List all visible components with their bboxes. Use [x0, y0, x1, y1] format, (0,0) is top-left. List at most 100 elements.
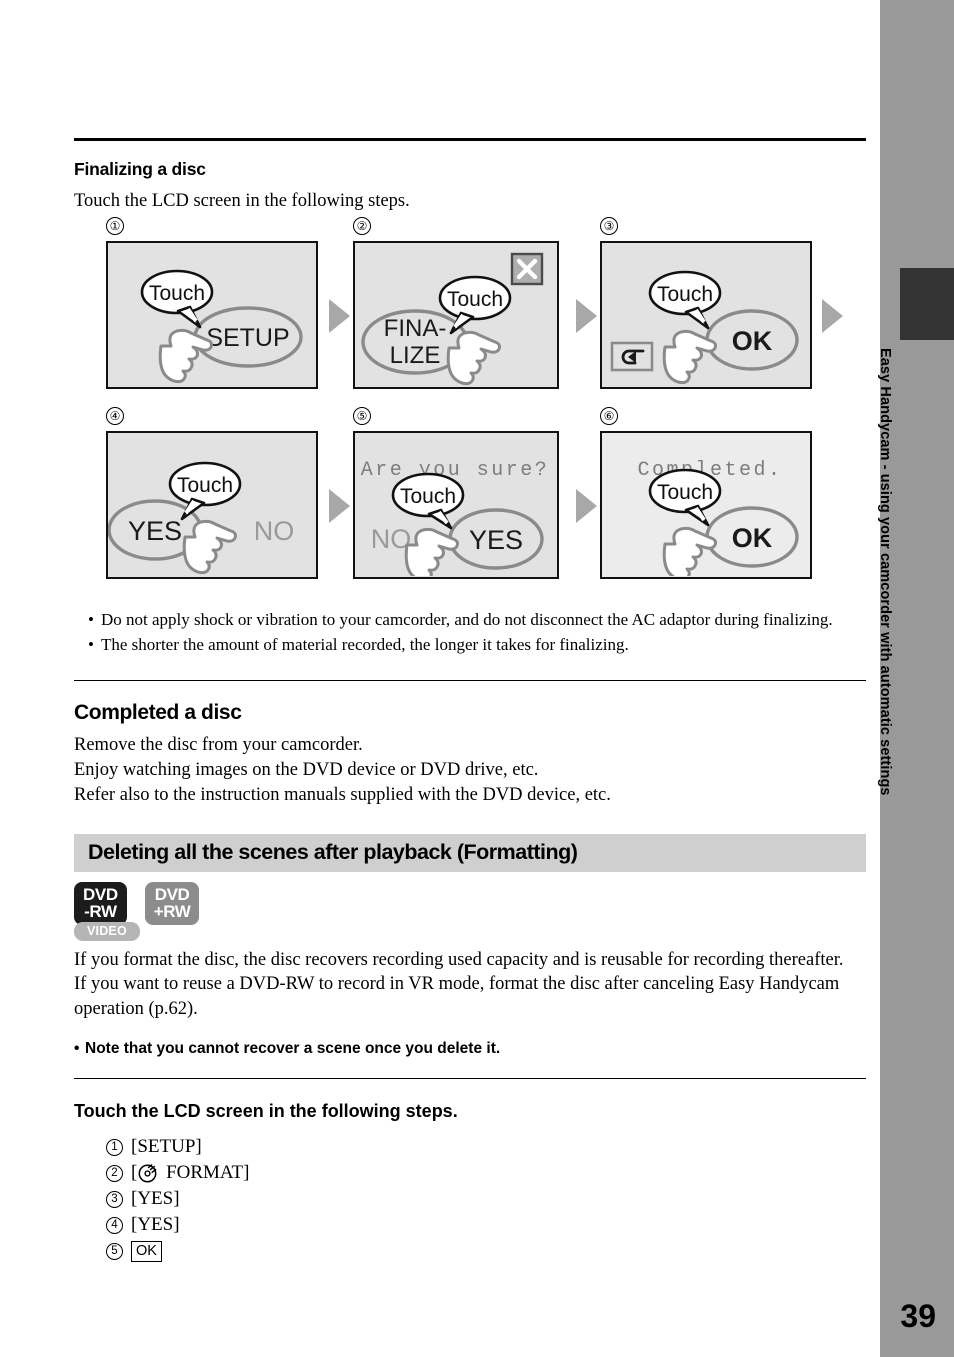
lcd-panel-2-number: ②: [353, 217, 371, 236]
lcd-row-2: ④ YES NO Touch ⑤ Are you sure? NO YES To…: [74, 407, 866, 599]
step-item: 1 [SETUP]: [106, 1134, 866, 1160]
bullet-glyph: •: [74, 1040, 80, 1058]
lcd-screen-3: OK Touch: [600, 241, 812, 390]
yes-button-label: YES: [469, 525, 523, 555]
touch-callout-5: Touch: [391, 473, 465, 530]
step-number: 1: [106, 1138, 123, 1156]
touch-label-2: Touch: [447, 288, 503, 311]
lcd-message-5: Are you sure?: [361, 459, 550, 482]
lcd-screen-2: FINA- LIZE Touch: [353, 241, 559, 390]
badge-line-1: DVD: [154, 884, 190, 904]
finalizing-intro: Touch the LCD screen in the following st…: [74, 191, 410, 211]
divider-top: [74, 138, 866, 141]
flow-arrow-3: [822, 299, 843, 334]
step-item: 5 OK: [106, 1238, 866, 1264]
finalizing-notes: • Do not apply shock or vibration to you…: [74, 609, 866, 655]
side-tab-label: Easy Handycam - using your camcorder wit…: [877, 348, 893, 796]
flow-arrow-1: [329, 299, 350, 334]
lcd-screen-1: SETUP Touch: [106, 241, 318, 390]
step-text: [YES]: [131, 1214, 180, 1236]
lcd-panel-5-number: ⑤: [353, 407, 371, 426]
flow-arrow-5: [576, 489, 597, 524]
note-text: Do not apply shock or vibration to your …: [101, 610, 833, 630]
bullet-glyph: •: [88, 634, 94, 654]
formatting-body: If you format the disc, the disc recover…: [74, 948, 866, 1023]
touch-label-4: Touch: [177, 474, 233, 497]
side-tab-marker: [900, 268, 954, 340]
formatting-paragraph: If you format the disc, the disc recover…: [74, 949, 844, 970]
formatting-paragraph: If you want to reuse a DVD-RW to record …: [74, 974, 840, 1020]
formatting-note-text: Note that you cannot recover a scene onc…: [85, 1040, 501, 1058]
badge-dvd-rw: DVD -RW: [74, 881, 127, 926]
step-text: FORMAT]: [161, 1162, 250, 1184]
lcd-panel-1-number: ①: [106, 217, 124, 236]
note-text: The shorter the amount of material recor…: [101, 634, 629, 654]
bullet-glyph: •: [88, 610, 94, 630]
pointing-hand-icon: [182, 520, 237, 575]
manual-page: Easy Handycam - using your camcorder wit…: [0, 0, 954, 1357]
touch-label-1: Touch: [149, 282, 205, 305]
pointing-hand-icon: [404, 528, 459, 577]
yes-button-label: YES: [128, 516, 182, 546]
touch-label-6: Touch: [657, 481, 713, 504]
side-tab: Easy Handycam - using your camcorder wit…: [877, 0, 954, 1357]
flow-arrow-2: [576, 299, 597, 334]
note-item: • The shorter the amount of material rec…: [74, 634, 866, 656]
setup-button-label: SETUP: [206, 324, 289, 352]
step-text: [YES]: [131, 1188, 180, 1210]
step-number: 3: [106, 1190, 123, 1208]
step-item: 2 [ FORMAT]: [106, 1160, 866, 1186]
lcd-panel-3-number: ③: [600, 217, 618, 236]
completed-line: Remove the disc from your camcorder.: [74, 734, 363, 755]
lcd-screen-5: Are you sure? NO YES Touch: [353, 431, 559, 580]
touch-callout-2: Touch: [438, 276, 512, 335]
badge-line-2: +RW: [153, 901, 191, 921]
badge-video: VIDEO: [74, 921, 140, 941]
pointing-hand-icon: [158, 329, 213, 384]
no-button-label[interactable]: NO: [254, 516, 295, 546]
lcd-screen-4: YES NO Touch: [106, 431, 318, 580]
completed-line: Refer also to the instruction manuals su…: [74, 784, 611, 805]
note-item: • Do not apply shock or vibration to you…: [74, 609, 866, 631]
badge-line-1: DVD: [83, 884, 118, 904]
flow-arrow-4: [329, 489, 350, 524]
ok-button-label: OK: [732, 523, 773, 553]
divider-mid: [74, 679, 866, 681]
heading-completed-a-disc: Completed a disc: [74, 700, 242, 724]
disc-icon: [138, 1164, 157, 1183]
step-prefix: [: [131, 1162, 138, 1184]
close-icon[interactable]: [510, 253, 544, 286]
touch-callout-4: Touch: [168, 462, 242, 521]
pointing-hand-icon: [662, 330, 717, 385]
finalize-button-label-1: FINA-: [384, 315, 447, 342]
lcd-panel-4-number: ④: [106, 407, 124, 426]
step-number: 2: [106, 1164, 123, 1182]
formatting-steps-list: 1 [SETUP] 2 [ FORMAT] 3 [YES] 4 [YES] 5 …: [74, 1134, 866, 1264]
touch-callout-6: Touch: [648, 469, 722, 527]
page-number: 39: [900, 1298, 936, 1334]
formatting-note: • Note that you cannot recover a scene o…: [74, 1040, 866, 1058]
step-text: [SETUP]: [131, 1136, 202, 1158]
lcd-panel-6-number: ⑥: [600, 407, 618, 426]
step-number: 4: [106, 1216, 123, 1234]
lcd-row-1: ① SETUP Touch ② FINA- LIZE Touch ③ OK To…: [74, 217, 866, 409]
heading-finalizing: Finalizing a disc: [74, 159, 206, 179]
finalize-button-label-2: LIZE: [390, 342, 441, 369]
badge-line-2: -RW: [84, 901, 117, 921]
completed-line: Enjoy watching images on the DVD device …: [74, 759, 539, 780]
ok-button-label: OK: [732, 326, 773, 356]
lcd-steps-diagram: ① SETUP Touch ② FINA- LIZE Touch ③ OK To…: [74, 217, 866, 599]
touch-label-3: Touch: [657, 283, 713, 306]
step-item: 4 [YES]: [106, 1212, 866, 1238]
touch-callout-1: Touch: [140, 270, 214, 329]
page-content: Finalizing a disc Touch the LCD screen i…: [74, 0, 866, 1264]
step-item: 3 [YES]: [106, 1186, 866, 1212]
section-banner-formatting: Deleting all the scenes after playback (…: [74, 833, 866, 872]
badge-dvd-plus-rw: DVD +RW: [144, 881, 200, 926]
pointing-hand-icon: [662, 527, 717, 577]
formatting-steps-heading: Touch the LCD screen in the following st…: [74, 1101, 458, 1122]
touch-label-5: Touch: [400, 485, 456, 508]
return-icon[interactable]: [610, 342, 654, 372]
completed-body: Remove the disc from your camcorder. Enj…: [74, 733, 866, 808]
media-badges: DVD -RW DVD +RW VIDEO: [74, 881, 866, 942]
